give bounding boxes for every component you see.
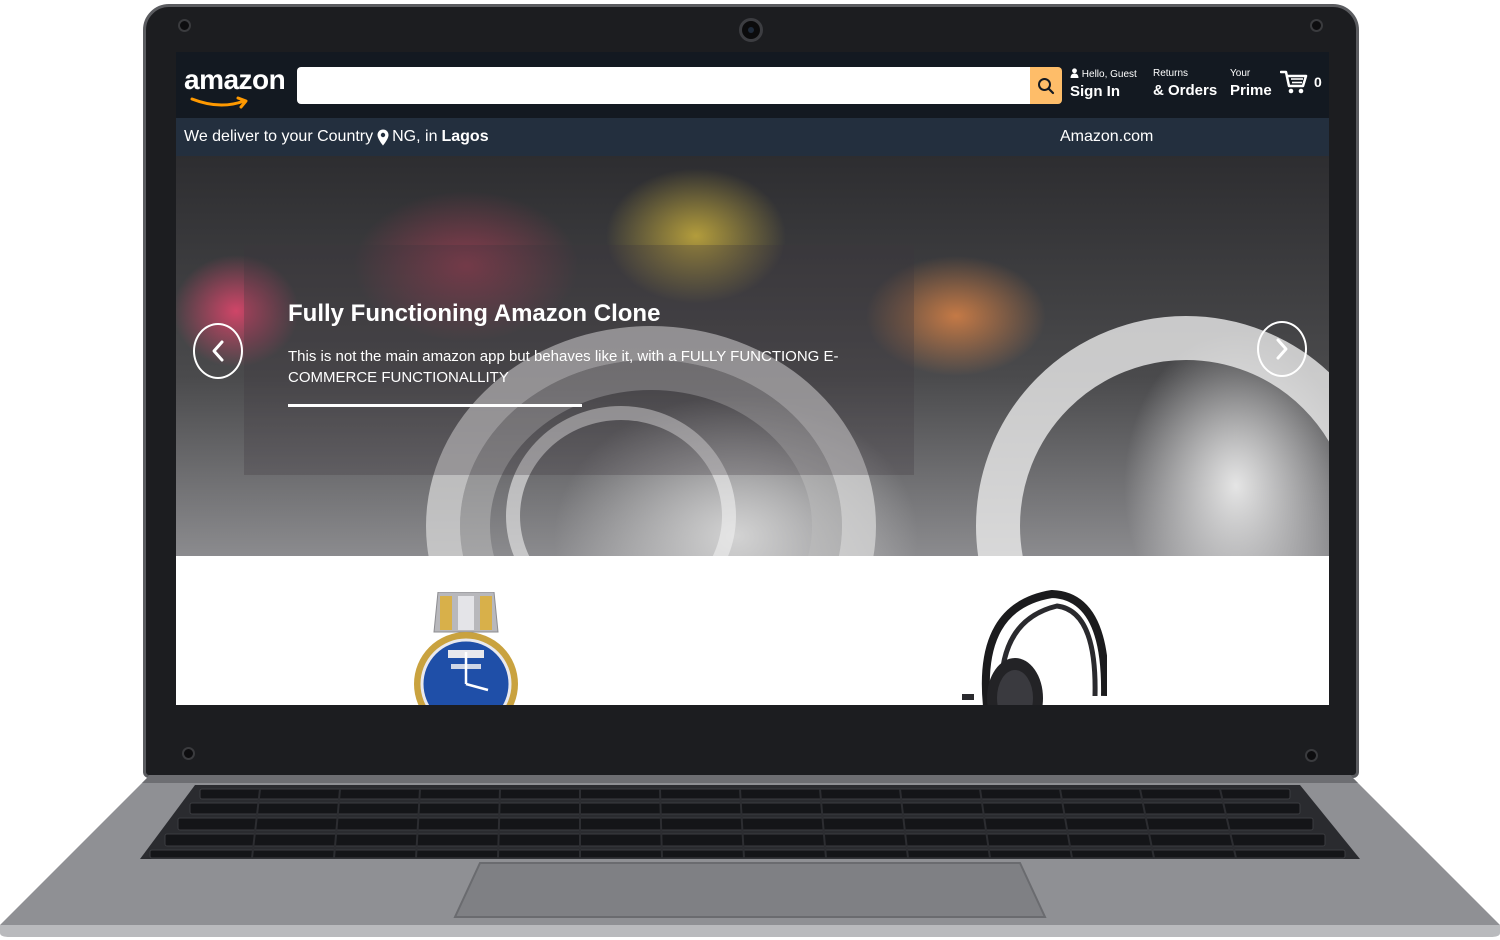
chevron-left-icon: [212, 340, 224, 362]
bezel-screw: [182, 747, 195, 760]
prime-link[interactable]: Your Prime: [1230, 68, 1272, 102]
search-bar: [297, 67, 1030, 104]
webcam: [739, 18, 763, 42]
top-nav-bar: amazon Hello, Guest Sign In Returns & Or…: [176, 52, 1329, 118]
delivery-bar: We deliver to your Country NG, in Lagos …: [176, 118, 1329, 156]
location-pin-icon: [377, 129, 389, 145]
bezel-screw: [178, 19, 191, 32]
chevron-right-icon: [1276, 338, 1288, 360]
bezel-screw: [1310, 19, 1323, 32]
delivery-location[interactable]: We deliver to your Country NG, in Lagos: [184, 128, 489, 146]
orders-label: & Orders: [1153, 82, 1218, 99]
wristwatch-image: [414, 592, 518, 705]
laptop-frame: amazon Hello, Guest Sign In Returns & Or…: [0, 0, 1500, 940]
carousel-prev-button[interactable]: [193, 323, 243, 379]
sign-in-label: Sign In: [1070, 83, 1120, 100]
prime-label: Prime: [1230, 82, 1272, 99]
returns-orders-link[interactable]: Returns & Orders: [1153, 68, 1217, 102]
greeting-text: Hello, Guest: [1081, 69, 1137, 80]
amazon-smile-icon: [190, 96, 248, 109]
search-button[interactable]: [1030, 67, 1062, 104]
hero-carousel: Fully Functioning Amazon Clone This is n…: [176, 156, 1329, 556]
search-icon: [1038, 77, 1055, 94]
laptop-base: [0, 775, 1500, 937]
country-text: NG, in: [392, 128, 438, 145]
browser-screen: amazon Hello, Guest Sign In Returns & Or…: [176, 52, 1329, 705]
user-icon: [1070, 68, 1079, 78]
your-label: Your: [1230, 68, 1251, 79]
cart-button[interactable]: 0: [1280, 69, 1322, 95]
product-card[interactable]: [186, 556, 743, 705]
headphones-image: [962, 589, 1107, 705]
amazon-logo[interactable]: amazon: [184, 64, 286, 96]
carousel-next-button[interactable]: [1257, 321, 1307, 377]
greeting-line: Hello, Guest: [1070, 68, 1137, 81]
bezel-screw: [1305, 749, 1318, 762]
cart-count: 0: [1314, 74, 1322, 90]
returns-label: Returns: [1153, 68, 1189, 79]
product-row: [176, 556, 1329, 705]
account-menu[interactable]: Hello, Guest Sign In: [1070, 68, 1137, 103]
hero-description: This is not the main amazon app but beha…: [288, 348, 839, 386]
hero-title: Fully Functioning Amazon Clone: [288, 300, 661, 327]
amazon-com-link[interactable]: Amazon.com: [1060, 128, 1153, 146]
city-text: Lagos: [441, 128, 489, 145]
deliver-text: We deliver to your Country: [184, 128, 374, 145]
search-input[interactable]: [297, 67, 1030, 104]
hero-underline: [288, 404, 582, 407]
cart-icon: [1280, 70, 1308, 94]
product-card[interactable]: [762, 556, 1313, 705]
